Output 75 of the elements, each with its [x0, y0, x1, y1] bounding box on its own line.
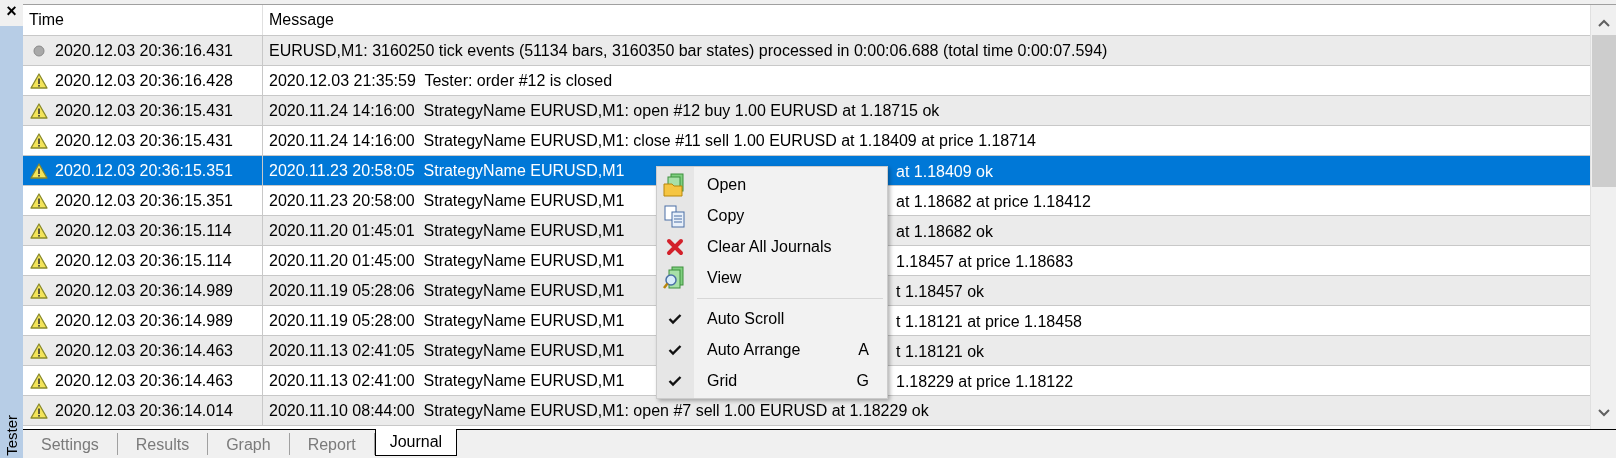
scrollbar[interactable]	[1590, 5, 1616, 429]
menu-item[interactable]: Clear All Journals	[657, 231, 887, 262]
table-cell-text: 2020.12.03 20:36:14.989	[55, 310, 233, 331]
table-cell-text: 2020.12.03 20:36:16.428	[55, 70, 233, 91]
status-dot-icon	[33, 44, 45, 57]
table-cell-text: 2020.12.03 20:36:14.989	[55, 280, 233, 301]
tab[interactable]: Graph	[208, 433, 290, 455]
table-cell-text: 2020.12.03 20:36:15.431	[55, 130, 233, 151]
menu-item[interactable]: View	[657, 262, 887, 293]
close-icon	[666, 237, 684, 256]
close-button[interactable]: ×	[0, 0, 23, 22]
table-cell-text: 1.18229 at price 1.18122	[896, 372, 1074, 392]
warning-icon	[30, 312, 48, 329]
scroll-up-icon[interactable]	[1597, 19, 1610, 27]
table-cell-text: t 1.18121 ok	[896, 342, 985, 362]
table-cell-text: at 1.18409 ok	[896, 162, 993, 182]
warning-icon	[30, 342, 48, 359]
menu-item[interactable]: Auto Scroll	[657, 303, 887, 334]
table-cell-text: at 1.18682 ok	[896, 222, 993, 242]
menu-item[interactable]: Auto Arrange A	[657, 334, 887, 365]
column-header[interactable]: Message	[263, 5, 1590, 35]
warning-icon	[30, 252, 48, 269]
table-cell-text: 2020.12.03 20:36:16.431	[55, 40, 233, 61]
table-cell-text: 2020.11.13 02:41:00 StrategyName EURUSD,M1	[269, 370, 625, 391]
menu-item[interactable]: Copy	[657, 200, 887, 231]
warning-icon	[30, 192, 48, 209]
warning-icon	[30, 402, 48, 419]
menu-item[interactable]: Grid G	[657, 365, 887, 396]
log-row[interactable]: 2020.12.03 20:36:15.431 2020.11.24 14:16:00 StrategyName EURUSD,M1: open #12 buy 1.00 EURUSD at 1.18715 ok	[23, 96, 1590, 126]
table-cell-text: 2020.12.03 20:36:15.351	[55, 160, 233, 181]
log-row[interactable]: 2020.12.03 20:36:15.431 2020.11.24 14:16:00 StrategyName EURUSD,M1: close #11 sell 1.00 EURUSD at 1.18409 at price 1.18714	[23, 126, 1590, 156]
column-header[interactable]: Time	[23, 5, 263, 35]
table-cell-text: 2020.12.03 20:36:14.463	[55, 340, 233, 361]
table-cell-text: t 1.18457 ok	[896, 282, 985, 302]
table-cell-text: 2020.11.13 02:41:05 StrategyName EURUSD,M1	[269, 340, 625, 361]
table-cell-text: 2020.12.03 20:36:14.463	[55, 370, 233, 391]
table-cell-text: 2020.12.03 20:36:15.431	[55, 100, 233, 121]
warning-icon	[30, 132, 48, 149]
table-cell-text: 2020.12.03 21:35:59 Tester: order #12 is closed	[269, 70, 613, 91]
panel-title: Tester	[1, 415, 21, 456]
table-cell-text: 2020.11.24 14:16:00 StrategyName EURUSD,M1: close #11 sell 1.00 EURUSD at 1.18409 at price 1.18714	[269, 130, 1036, 151]
log-row[interactable]: 2020.12.03 20:36:16.428 2020.12.03 21:35:59 Tester: order #12 is closed	[23, 66, 1590, 96]
scroll-down-icon[interactable]	[1597, 409, 1610, 417]
table-cell-text: 2020.11.19 05:28:00 StrategyName EURUSD,M1	[269, 310, 625, 331]
table-cell-text: 2020.11.23 20:58:00 StrategyName EURUSD,M1	[269, 190, 625, 211]
table-cell-text: t 1.18121 at price 1.18458	[896, 312, 1082, 332]
tab[interactable]: Settings	[23, 433, 118, 455]
warning-icon	[30, 282, 48, 299]
warning-icon	[30, 102, 48, 119]
table-cell-text: 1.18457 at price 1.18683	[896, 252, 1074, 272]
warning-icon	[30, 372, 48, 389]
table-cell-text: at 1.18682 at price 1.18412	[896, 192, 1091, 212]
table-cell-text: 2020.11.20 01:45:00 StrategyName EURUSD,M1	[269, 250, 625, 271]
log-row[interactable]: 2020.12.03 20:36:14.014 2020.11.10 08:44:00 StrategyName EURUSD,M1: open #7 sell 1.00 EURUSD at 1.18229 ok	[23, 396, 1590, 426]
warning-icon	[30, 72, 48, 89]
scrollbar-thumb[interactable]	[1591, 35, 1616, 187]
warning-icon	[30, 162, 48, 179]
table-cell-text: 2020.12.03 20:36:15.114	[55, 250, 232, 271]
folder-icon	[663, 172, 687, 197]
table-cell-text: 2020.12.03 20:36:15.351	[55, 190, 233, 211]
copy-icon	[663, 203, 687, 228]
tab[interactable]: Report	[289, 433, 375, 455]
table-cell-text: 2020.11.10 08:44:00 StrategyName EURUSD,M1: open #7 sell 1.00 EURUSD at 1.18229 ok	[269, 400, 929, 421]
table-cell-text: 2020.11.23 20:58:05 StrategyName EURUSD,M1	[269, 160, 625, 181]
table-cell-text: 2020.11.24 14:16:00 StrategyName EURUSD,M1: open #12 buy 1.00 EURUSD at 1.18715 ok	[269, 100, 940, 121]
log-row[interactable]: 2020.12.03 20:36:16.431 EURUSD,M1: 3160250 tick events (51134 bars, 3160350 bar states) processed in 0:00:06.688 (total time 0:00:07.594)	[23, 36, 1590, 66]
table-cell-text: 2020.12.03 20:36:14.014	[55, 400, 233, 421]
table-cell-text: 2020.11.19 05:28:06 StrategyName EURUSD,M1	[269, 280, 625, 301]
table-cell-text: 2020.11.20 01:45:01 StrategyName EURUSD,M1	[269, 220, 625, 241]
tab[interactable]: Results	[117, 433, 209, 455]
magnifier-icon	[663, 265, 687, 290]
table-cell-text: EURUSD,M1: 3160250 tick events (51134 bars, 3160350 bar states) processed in 0:00:06.688 (total time 0:00:07.594)	[269, 40, 1108, 61]
table-cell-text: 2020.12.03 20:36:15.114	[55, 220, 232, 241]
tab[interactable]: Journal	[374, 429, 458, 456]
warning-icon	[30, 222, 48, 239]
